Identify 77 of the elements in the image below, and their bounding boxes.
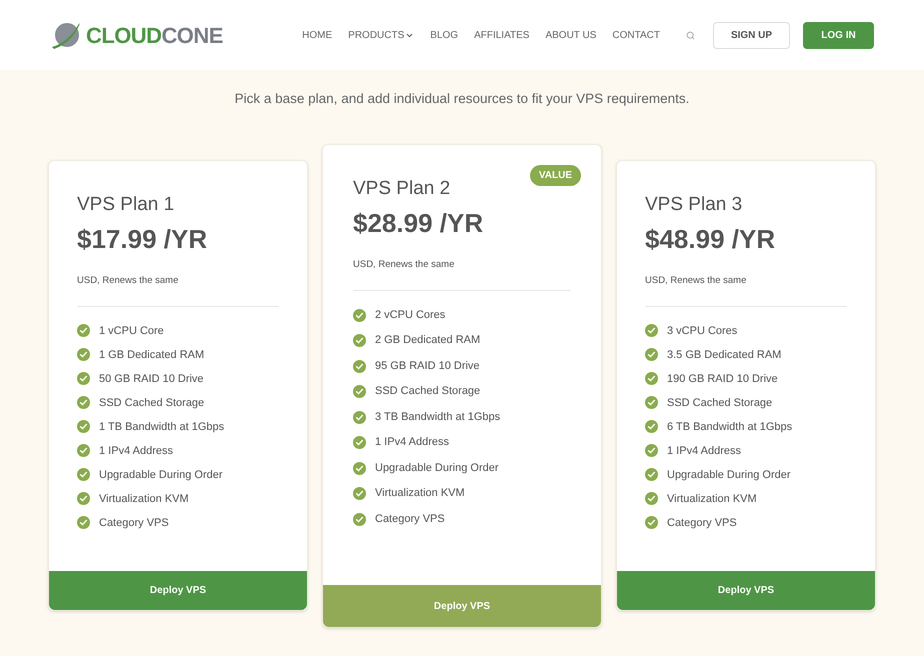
feature-text: Category VPS [375,512,445,527]
feature-text: Category VPS [667,516,737,531]
plan-price: $17.99 /YR [77,223,208,256]
log-in-button[interactable]: LOG IN [803,22,874,48]
feature-text: Virtualization KVM [667,492,757,507]
nav-link[interactable]: BLOG [430,28,458,42]
feature-text: 190 GB RAID 10 Drive [667,372,778,387]
check-icon [645,468,658,482]
check-icon [645,324,658,338]
check-icon [353,512,366,526]
plan-name: VPS Plan 2 [353,177,452,201]
check-icon [77,516,90,530]
feature-text: Upgradable During Order [375,460,499,476]
logo-text: CLOUDCONE [86,22,223,50]
feature-text: 50 GB RAID 10 Drive [99,372,204,387]
feature-text: 2 GB Dedicated RAM [375,333,480,348]
feature-text: SSD Cached Storage [667,396,772,411]
feature-text: 1 IPv4 Address [375,435,449,450]
check-icon [77,372,90,386]
deploy-button[interactable]: Deploy VPS [617,571,875,610]
deploy-button[interactable]: Deploy VPS [49,571,307,610]
nav-link[interactable]: AFFILIATES [474,28,530,42]
check-icon [645,516,658,530]
price-note: USD, Renews the same [645,274,748,288]
feature-text: Virtualization KVM [99,492,189,507]
feature-text: Upgradable During Order [667,468,791,483]
check-icon [353,462,366,474]
nav-link[interactable]: HOME [302,28,332,42]
feature-text: 1 IPv4 Address [667,444,741,459]
tagline: Pick a base plan, and add individual resources to fit your VPS requirements. [234,90,690,108]
plan-name: VPS Plan 3 [645,193,744,217]
feature-text: Category VPS [99,516,169,531]
check-icon [645,372,658,386]
feature-text: 1 IPv4 Address [99,444,173,459]
plan-price: $48.99 /YR [645,223,776,256]
search-icon[interactable] [686,30,695,40]
feature-text: SSD Cached Storage [375,384,480,400]
price-note: USD, Renews the same [77,274,180,288]
check-icon [77,468,90,482]
check-icon [353,334,366,347]
check-icon [353,487,366,500]
check-icon [645,396,658,410]
check-icon [77,396,90,410]
nav-link[interactable]: PRODUCTS [348,28,414,42]
check-icon [645,444,658,458]
feature-text: 3.5 GB Dedicated RAM [667,348,782,363]
feature-text: 95 GB RAID 10 Drive [375,358,480,374]
check-icon [77,348,90,362]
check-icon [353,360,366,372]
nav-link[interactable]: ABOUT US [545,28,596,42]
feature-text: 3 vCPU Cores [667,324,738,339]
check-icon [353,385,366,398]
feature-text: Upgradable During Order [99,468,223,483]
feature-text: 3 TB Bandwidth at 1Gbps [375,410,500,425]
check-icon [645,492,658,506]
nav-link[interactable]: CONTACT [612,28,660,42]
feature-text: 2 vCPU Cores [375,308,446,323]
feature-text: SSD Cached Storage [99,396,204,411]
check-icon [353,410,366,424]
value-badge: VALUE [530,165,581,186]
plan-name: VPS Plan 1 [77,193,176,217]
feature-text: 6 TB Bandwidth at 1Gbps [667,420,792,435]
feature-text: 1 vCPU Core [99,324,164,339]
check-icon [77,324,90,338]
check-icon [645,420,658,434]
feature-text: Virtualization KVM [375,486,465,502]
check-icon [645,348,658,362]
check-icon [353,308,366,322]
sign-up-button[interactable]: SIGN UP [713,22,790,48]
feature-text: 1 TB Bandwidth at 1Gbps [99,420,224,435]
price-note: USD, Renews the same [353,258,456,272]
check-icon [77,444,90,458]
check-icon [77,420,90,434]
feature-text: 1 GB Dedicated RAM [99,348,204,363]
check-icon [77,492,90,506]
check-icon [353,436,366,449]
plan-price: $28.99 /YR [353,207,484,240]
